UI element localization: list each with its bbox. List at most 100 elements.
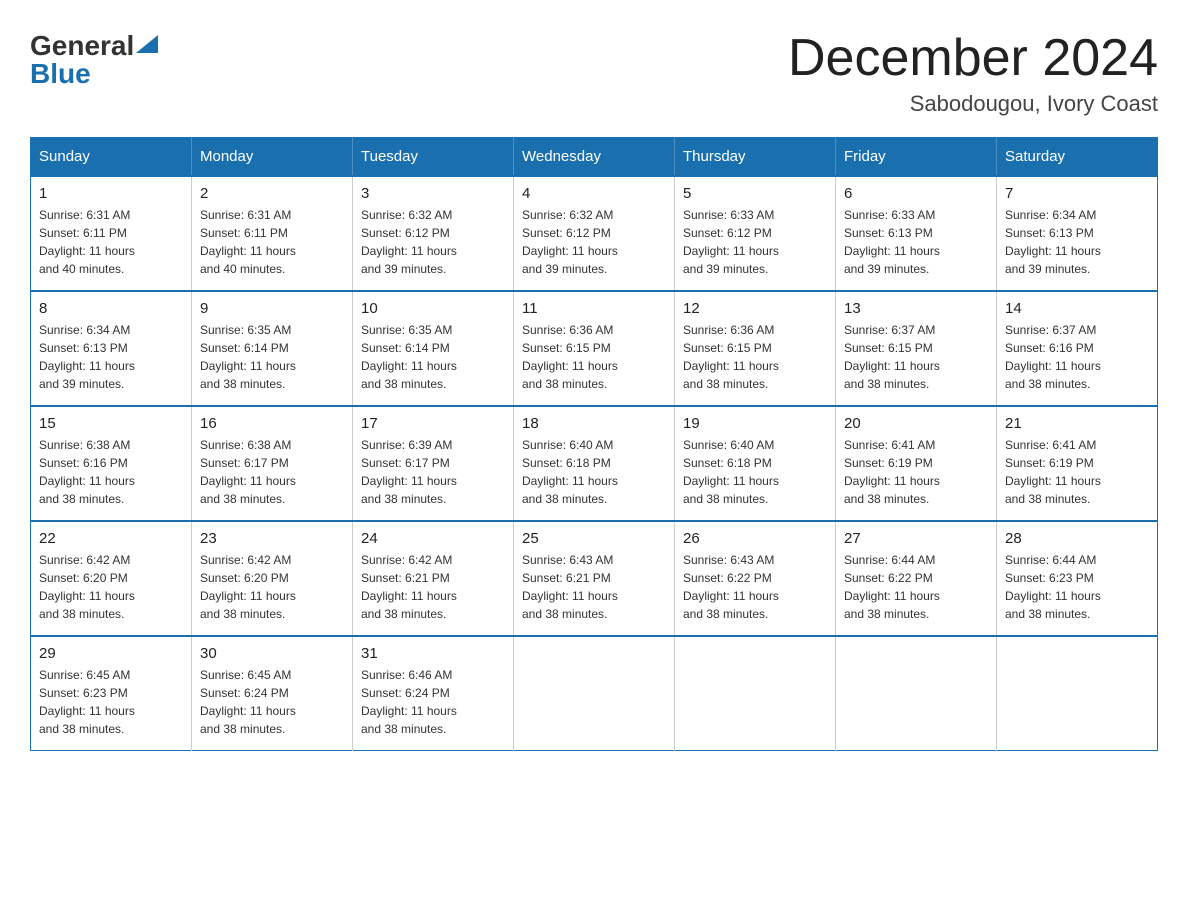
day-cell: 2 Sunrise: 6:31 AM Sunset: 6:11 PM Dayli… — [192, 176, 353, 291]
day-number: 27 — [844, 530, 988, 547]
day-number: 12 — [683, 300, 827, 317]
calendar-table: SundayMondayTuesdayWednesdayThursdayFrid… — [30, 137, 1158, 751]
day-info: Sunrise: 6:33 AM Sunset: 6:12 PM Dayligh… — [683, 206, 827, 278]
day-cell: 3 Sunrise: 6:32 AM Sunset: 6:12 PM Dayli… — [353, 176, 514, 291]
location-text: Sabodougou, Ivory Coast — [788, 91, 1158, 117]
day-cell: 17 Sunrise: 6:39 AM Sunset: 6:17 PM Dayl… — [353, 406, 514, 521]
day-cell: 10 Sunrise: 6:35 AM Sunset: 6:14 PM Dayl… — [353, 291, 514, 406]
day-cell: 6 Sunrise: 6:33 AM Sunset: 6:13 PM Dayli… — [836, 176, 997, 291]
day-cell: 1 Sunrise: 6:31 AM Sunset: 6:11 PM Dayli… — [31, 176, 192, 291]
col-header-saturday: Saturday — [997, 138, 1158, 177]
day-number: 19 — [683, 415, 827, 432]
day-info: Sunrise: 6:36 AM Sunset: 6:15 PM Dayligh… — [522, 321, 666, 393]
day-number: 2 — [200, 185, 344, 202]
day-number: 7 — [1005, 185, 1149, 202]
week-row-3: 15 Sunrise: 6:38 AM Sunset: 6:16 PM Dayl… — [31, 406, 1158, 521]
day-cell: 30 Sunrise: 6:45 AM Sunset: 6:24 PM Dayl… — [192, 636, 353, 751]
month-title: December 2024 — [788, 30, 1158, 87]
title-section: December 2024 Sabodougou, Ivory Coast — [788, 30, 1158, 117]
day-cell: 4 Sunrise: 6:32 AM Sunset: 6:12 PM Dayli… — [514, 176, 675, 291]
day-info: Sunrise: 6:42 AM Sunset: 6:20 PM Dayligh… — [200, 551, 344, 623]
day-number: 31 — [361, 645, 505, 662]
day-info: Sunrise: 6:33 AM Sunset: 6:13 PM Dayligh… — [844, 206, 988, 278]
day-number: 6 — [844, 185, 988, 202]
day-number: 30 — [200, 645, 344, 662]
day-number: 18 — [522, 415, 666, 432]
day-cell: 19 Sunrise: 6:40 AM Sunset: 6:18 PM Dayl… — [675, 406, 836, 521]
day-number: 8 — [39, 300, 183, 317]
day-cell: 14 Sunrise: 6:37 AM Sunset: 6:16 PM Dayl… — [997, 291, 1158, 406]
day-number: 3 — [361, 185, 505, 202]
day-cell: 21 Sunrise: 6:41 AM Sunset: 6:19 PM Dayl… — [997, 406, 1158, 521]
day-cell: 5 Sunrise: 6:33 AM Sunset: 6:12 PM Dayli… — [675, 176, 836, 291]
day-cell — [836, 636, 997, 751]
logo-triangle-icon — [136, 35, 158, 53]
day-cell: 26 Sunrise: 6:43 AM Sunset: 6:22 PM Dayl… — [675, 521, 836, 636]
day-number: 28 — [1005, 530, 1149, 547]
day-info: Sunrise: 6:38 AM Sunset: 6:17 PM Dayligh… — [200, 436, 344, 508]
day-cell: 12 Sunrise: 6:36 AM Sunset: 6:15 PM Dayl… — [675, 291, 836, 406]
day-number: 10 — [361, 300, 505, 317]
day-info: Sunrise: 6:41 AM Sunset: 6:19 PM Dayligh… — [1005, 436, 1149, 508]
logo-blue-text: Blue — [30, 58, 91, 90]
col-header-friday: Friday — [836, 138, 997, 177]
day-info: Sunrise: 6:38 AM Sunset: 6:16 PM Dayligh… — [39, 436, 183, 508]
day-cell: 27 Sunrise: 6:44 AM Sunset: 6:22 PM Dayl… — [836, 521, 997, 636]
col-header-sunday: Sunday — [31, 138, 192, 177]
day-number: 14 — [1005, 300, 1149, 317]
day-number: 21 — [1005, 415, 1149, 432]
calendar-header-row: SundayMondayTuesdayWednesdayThursdayFrid… — [31, 138, 1158, 177]
day-info: Sunrise: 6:36 AM Sunset: 6:15 PM Dayligh… — [683, 321, 827, 393]
day-number: 15 — [39, 415, 183, 432]
day-number: 20 — [844, 415, 988, 432]
day-cell: 20 Sunrise: 6:41 AM Sunset: 6:19 PM Dayl… — [836, 406, 997, 521]
day-cell: 18 Sunrise: 6:40 AM Sunset: 6:18 PM Dayl… — [514, 406, 675, 521]
day-cell: 16 Sunrise: 6:38 AM Sunset: 6:17 PM Dayl… — [192, 406, 353, 521]
day-info: Sunrise: 6:42 AM Sunset: 6:21 PM Dayligh… — [361, 551, 505, 623]
day-cell — [675, 636, 836, 751]
day-cell: 24 Sunrise: 6:42 AM Sunset: 6:21 PM Dayl… — [353, 521, 514, 636]
day-info: Sunrise: 6:46 AM Sunset: 6:24 PM Dayligh… — [361, 666, 505, 738]
day-info: Sunrise: 6:41 AM Sunset: 6:19 PM Dayligh… — [844, 436, 988, 508]
day-info: Sunrise: 6:39 AM Sunset: 6:17 PM Dayligh… — [361, 436, 505, 508]
day-number: 16 — [200, 415, 344, 432]
day-info: Sunrise: 6:31 AM Sunset: 6:11 PM Dayligh… — [39, 206, 183, 278]
day-cell: 31 Sunrise: 6:46 AM Sunset: 6:24 PM Dayl… — [353, 636, 514, 751]
day-cell — [514, 636, 675, 751]
day-number: 1 — [39, 185, 183, 202]
page-header: General Blue December 2024 Sabodougou, I… — [30, 30, 1158, 117]
day-number: 29 — [39, 645, 183, 662]
week-row-1: 1 Sunrise: 6:31 AM Sunset: 6:11 PM Dayli… — [31, 176, 1158, 291]
day-cell: 25 Sunrise: 6:43 AM Sunset: 6:21 PM Dayl… — [514, 521, 675, 636]
col-header-wednesday: Wednesday — [514, 138, 675, 177]
week-row-5: 29 Sunrise: 6:45 AM Sunset: 6:23 PM Dayl… — [31, 636, 1158, 751]
day-info: Sunrise: 6:31 AM Sunset: 6:11 PM Dayligh… — [200, 206, 344, 278]
day-cell: 22 Sunrise: 6:42 AM Sunset: 6:20 PM Dayl… — [31, 521, 192, 636]
day-cell: 29 Sunrise: 6:45 AM Sunset: 6:23 PM Dayl… — [31, 636, 192, 751]
col-header-thursday: Thursday — [675, 138, 836, 177]
day-number: 9 — [200, 300, 344, 317]
day-info: Sunrise: 6:32 AM Sunset: 6:12 PM Dayligh… — [522, 206, 666, 278]
day-info: Sunrise: 6:42 AM Sunset: 6:20 PM Dayligh… — [39, 551, 183, 623]
day-info: Sunrise: 6:40 AM Sunset: 6:18 PM Dayligh… — [683, 436, 827, 508]
day-number: 4 — [522, 185, 666, 202]
day-number: 23 — [200, 530, 344, 547]
day-info: Sunrise: 6:45 AM Sunset: 6:24 PM Dayligh… — [200, 666, 344, 738]
week-row-2: 8 Sunrise: 6:34 AM Sunset: 6:13 PM Dayli… — [31, 291, 1158, 406]
day-info: Sunrise: 6:45 AM Sunset: 6:23 PM Dayligh… — [39, 666, 183, 738]
day-number: 24 — [361, 530, 505, 547]
day-cell: 23 Sunrise: 6:42 AM Sunset: 6:20 PM Dayl… — [192, 521, 353, 636]
day-cell: 11 Sunrise: 6:36 AM Sunset: 6:15 PM Dayl… — [514, 291, 675, 406]
day-number: 5 — [683, 185, 827, 202]
day-info: Sunrise: 6:37 AM Sunset: 6:16 PM Dayligh… — [1005, 321, 1149, 393]
day-cell — [997, 636, 1158, 751]
day-info: Sunrise: 6:35 AM Sunset: 6:14 PM Dayligh… — [200, 321, 344, 393]
week-row-4: 22 Sunrise: 6:42 AM Sunset: 6:20 PM Dayl… — [31, 521, 1158, 636]
day-info: Sunrise: 6:44 AM Sunset: 6:23 PM Dayligh… — [1005, 551, 1149, 623]
day-number: 11 — [522, 300, 666, 317]
col-header-monday: Monday — [192, 138, 353, 177]
col-header-tuesday: Tuesday — [353, 138, 514, 177]
day-info: Sunrise: 6:37 AM Sunset: 6:15 PM Dayligh… — [844, 321, 988, 393]
day-number: 26 — [683, 530, 827, 547]
day-info: Sunrise: 6:43 AM Sunset: 6:21 PM Dayligh… — [522, 551, 666, 623]
